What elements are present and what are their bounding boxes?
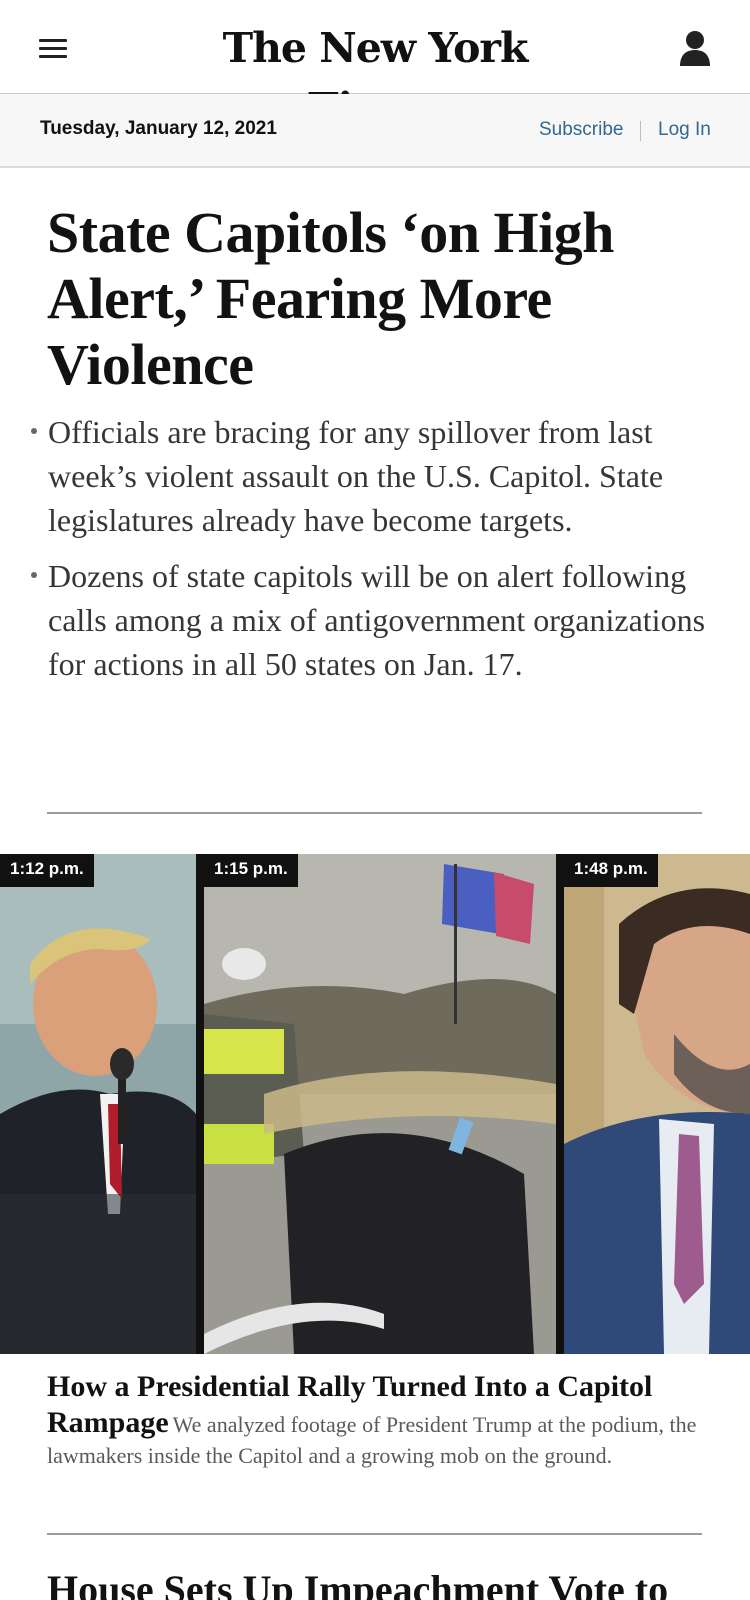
date-bar: Tuesday, January 12, 2021 Subscribe Log …: [0, 94, 750, 168]
bullet-dot-icon: [31, 572, 37, 578]
section-divider: [47, 812, 702, 814]
section-divider: [47, 1533, 702, 1535]
next-story-headline[interactable]: House Sets Up Impeachment Vote to: [47, 1566, 747, 1600]
timestamp-label: 1:48 p.m.: [564, 854, 658, 887]
video-panel-crowd[interactable]: 1:15 p.m.: [204, 854, 556, 1354]
video-panel-lawmaker[interactable]: 1:48 p.m.: [564, 854, 750, 1354]
lead-summary-list: Officials are bracing for any spillover …: [28, 410, 718, 698]
video-timeline-strip[interactable]: 1:12 p.m. 1:15 p.m. 1:48 p.m.: [0, 854, 750, 1354]
speaker-image: [0, 854, 196, 1354]
summary-text: Officials are bracing for any spillover …: [48, 414, 664, 538]
summary-text: Dozens of state capitols will be on aler…: [48, 558, 706, 682]
link-divider: [640, 121, 641, 141]
crowd-image: [204, 854, 556, 1354]
subscribe-link[interactable]: Subscribe: [539, 119, 624, 141]
timestamp-label: 1:15 p.m.: [204, 854, 298, 887]
hamburger-menu-icon[interactable]: [36, 34, 70, 62]
nyt-logo[interactable]: The New York Times: [150, 18, 600, 132]
current-date: Tuesday, January 12, 2021: [40, 118, 277, 139]
masthead-bar: The New York Times: [0, 0, 750, 132]
summary-bullet: Officials are bracing for any spillover …: [28, 410, 718, 542]
feature-caption[interactable]: How a Presidential Rally Turned Into a C…: [47, 1370, 707, 1473]
timestamp-label: 1:12 p.m.: [0, 854, 94, 887]
video-panel-speaker[interactable]: 1:12 p.m.: [0, 854, 196, 1354]
summary-bullet: Dozens of state capitols will be on aler…: [28, 554, 718, 686]
panel-divider: [196, 854, 204, 1354]
user-account-icon[interactable]: [677, 28, 713, 68]
login-link[interactable]: Log In: [658, 119, 711, 141]
lawmaker-image: [564, 854, 750, 1354]
panel-divider: [556, 854, 564, 1354]
lead-headline[interactable]: State Capitols ‘on High Alert,’ Fearing …: [47, 200, 707, 398]
bullet-dot-icon: [31, 428, 37, 434]
